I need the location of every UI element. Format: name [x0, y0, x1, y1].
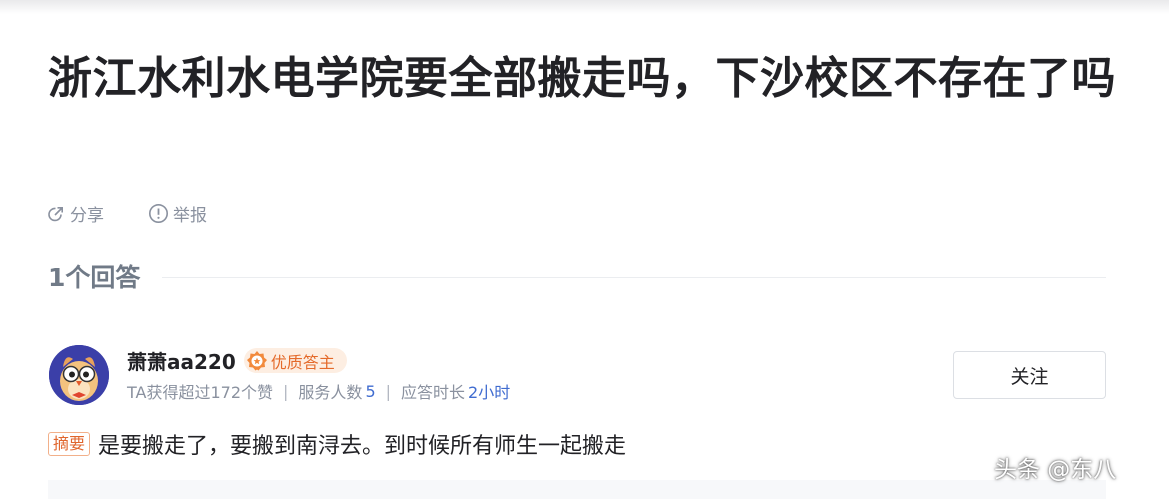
share-label: 分享	[70, 206, 104, 226]
stat-separator: |	[283, 381, 289, 401]
owl-avatar-icon	[49, 345, 109, 405]
stat-separator: |	[385, 381, 392, 401]
summary-text: 是要搬走了，要搬到南浔去。到时候所有师生一起搬走	[98, 434, 627, 459]
quality-answerer-badge: 优质答主	[243, 348, 347, 373]
answers-count: 1个回答	[48, 263, 141, 292]
answers-divider	[162, 276, 1106, 278]
share-button[interactable]: 分享	[46, 201, 104, 226]
likes-stat: TA获得超过172个赞	[127, 383, 274, 402]
report-label: 举报	[173, 206, 207, 226]
medal-icon	[246, 350, 268, 372]
answer-content-card	[48, 480, 1106, 499]
answer-summary: 摘要 是要搬走了，要搬到南浔去。到时候所有师生一起搬走	[48, 428, 626, 460]
watermark: 头条 @东八	[994, 457, 1117, 483]
served-label: 服务人数	[298, 383, 363, 402]
badge-label: 优质答主	[270, 352, 335, 372]
author-name[interactable]: 萧萧aa220	[127, 346, 236, 375]
question-actions: 分享 举报	[46, 201, 207, 226]
author-line: 萧萧aa220 优质答主	[127, 346, 347, 375]
author-avatar[interactable]	[49, 345, 109, 405]
author-stats: TA获得超过172个赞 | 服务人数 5 | 应答时长 2小时	[127, 379, 510, 403]
report-button[interactable]: 举报	[148, 201, 207, 226]
summary-tag: 摘要	[48, 432, 91, 456]
question-title: 浙江水利水电学院要全部搬走吗，下沙校区不存在了吗	[48, 53, 1116, 104]
follow-button[interactable]: 关注	[953, 351, 1106, 399]
share-icon	[46, 204, 66, 224]
response-value: 2小时	[468, 383, 511, 402]
top-bar-shadow	[0, 0, 1169, 14]
answers-header: 1个回答	[48, 258, 1106, 294]
served-value: 5	[365, 381, 376, 401]
alert-circle-icon	[148, 203, 169, 224]
response-label: 应答时长	[401, 383, 466, 402]
